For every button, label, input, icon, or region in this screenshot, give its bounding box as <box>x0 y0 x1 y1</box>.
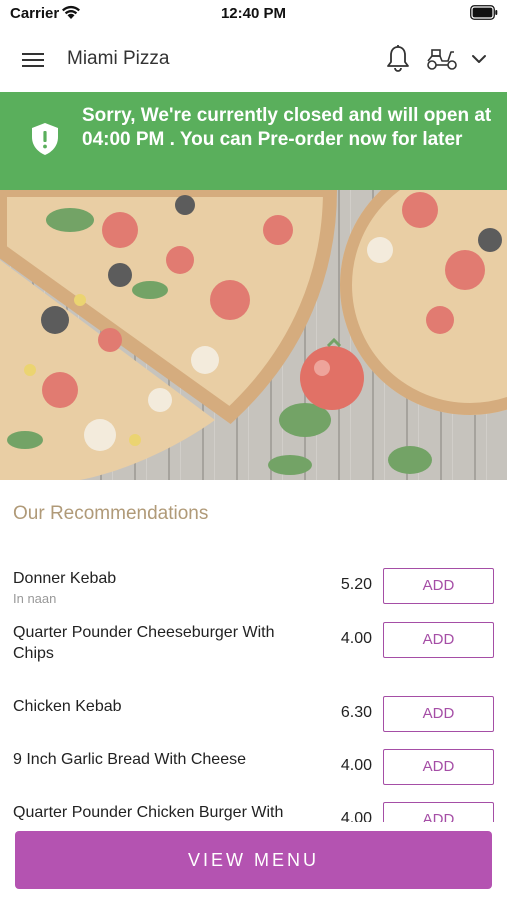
recommendations-list: Donner Kebab In naan 5.20 ADD Quarter Po… <box>0 560 507 822</box>
add-button[interactable]: ADD <box>383 696 494 732</box>
item-description: In naan <box>13 591 57 606</box>
shield-icon <box>32 123 58 155</box>
restaurant-title: Miami Pizza <box>67 48 170 69</box>
pizza-illustration <box>0 190 507 480</box>
view-menu-button[interactable]: VIEW MENU <box>15 831 492 889</box>
item-price: 5.20 <box>340 576 372 593</box>
add-button[interactable]: ADD <box>383 568 494 604</box>
item-name: Quarter Pounder Cheeseburger With Chips <box>13 624 275 662</box>
recommendations-heading: Our Recommendations <box>13 503 209 524</box>
battery-icon <box>470 5 498 20</box>
app-header: Miami Pizza <box>0 28 507 92</box>
hamburger-menu-icon[interactable] <box>21 49 45 71</box>
hero-pizza-image <box>0 190 507 480</box>
add-button[interactable]: ADD <box>383 802 494 822</box>
closed-notice-banner: Sorry, We're currently closed and will o… <box>0 92 507 190</box>
item-price: 4.00 <box>340 630 372 647</box>
add-button[interactable]: ADD <box>383 749 494 785</box>
bell-icon[interactable] <box>385 44 411 74</box>
item-price: 4.00 <box>340 810 372 822</box>
closed-notice-text: Sorry, We're currently closed and will o… <box>82 105 492 150</box>
item-price: 6.30 <box>340 704 372 721</box>
chevron-down-icon[interactable] <box>470 50 488 68</box>
status-time: 12:40 PM <box>220 5 287 22</box>
item-name: Quarter Pounder Chicken Burger With <box>13 804 284 821</box>
delivery-scooter-icon[interactable] <box>426 46 458 72</box>
item-name: Donner Kebab <box>13 570 117 587</box>
item-name: 9 Inch Garlic Bread With Cheese <box>13 751 246 768</box>
status-bar: Carrier 12:40 PM <box>0 0 507 28</box>
item-name: Chicken Kebab <box>13 698 122 715</box>
add-button[interactable]: ADD <box>383 622 494 658</box>
item-price: 4.00 <box>340 757 372 774</box>
